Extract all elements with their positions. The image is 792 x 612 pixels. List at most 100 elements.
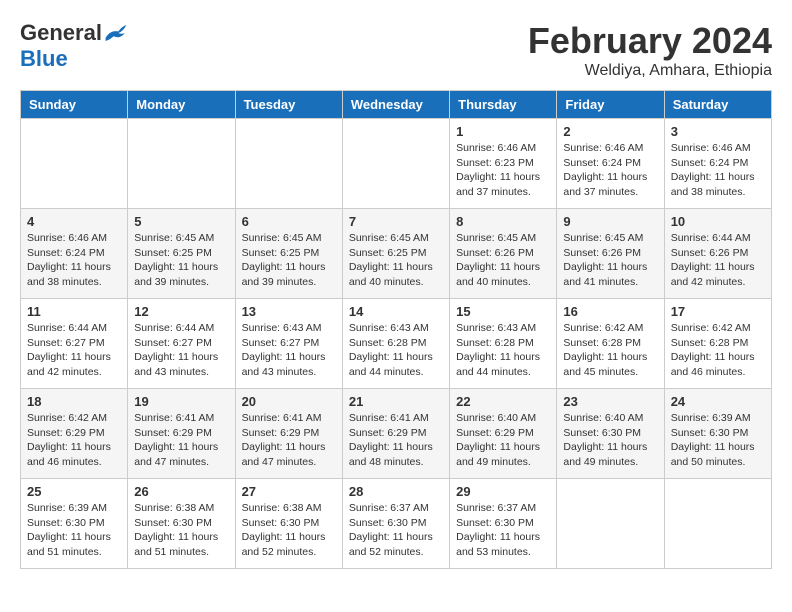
day-number: 21	[349, 394, 443, 409]
day-info: Sunrise: 6:40 AM Sunset: 6:30 PM Dayligh…	[563, 411, 657, 470]
day-number: 29	[456, 484, 550, 499]
calendar-cell: 25 Sunrise: 6:39 AM Sunset: 6:30 PM Dayli…	[21, 479, 128, 569]
calendar-cell: 10 Sunrise: 6:44 AM Sunset: 6:26 PM Dayli…	[664, 209, 771, 299]
calendar-cell: 27 Sunrise: 6:38 AM Sunset: 6:30 PM Dayli…	[235, 479, 342, 569]
calendar-cell: 24 Sunrise: 6:39 AM Sunset: 6:30 PM Dayli…	[664, 389, 771, 479]
calendar-cell: 18 Sunrise: 6:42 AM Sunset: 6:29 PM Dayli…	[21, 389, 128, 479]
day-number: 26	[134, 484, 228, 499]
day-info: Sunrise: 6:43 AM Sunset: 6:28 PM Dayligh…	[349, 321, 443, 380]
calendar-cell: 19 Sunrise: 6:41 AM Sunset: 6:29 PM Dayli…	[128, 389, 235, 479]
location-title: Weldiya, Amhara, Ethiopia	[528, 62, 772, 80]
day-info: Sunrise: 6:43 AM Sunset: 6:27 PM Dayligh…	[242, 321, 336, 380]
calendar-cell: 21 Sunrise: 6:41 AM Sunset: 6:29 PM Dayli…	[342, 389, 449, 479]
calendar-cell: 20 Sunrise: 6:41 AM Sunset: 6:29 PM Dayli…	[235, 389, 342, 479]
day-number: 15	[456, 304, 550, 319]
calendar-week-row: 11 Sunrise: 6:44 AM Sunset: 6:27 PM Dayli…	[21, 299, 772, 389]
day-number: 4	[27, 214, 121, 229]
day-number: 13	[242, 304, 336, 319]
day-number: 17	[671, 304, 765, 319]
day-number: 20	[242, 394, 336, 409]
day-info: Sunrise: 6:38 AM Sunset: 6:30 PM Dayligh…	[242, 501, 336, 560]
day-info: Sunrise: 6:46 AM Sunset: 6:24 PM Dayligh…	[27, 231, 121, 290]
calendar-cell: 2Sunrise: 6:46 AM Sunset: 6:24 PM Daylig…	[557, 119, 664, 209]
calendar-cell	[557, 479, 664, 569]
day-info: Sunrise: 6:42 AM Sunset: 6:29 PM Dayligh…	[27, 411, 121, 470]
month-title: February 2024	[528, 20, 772, 62]
calendar-cell: 29 Sunrise: 6:37 AM Sunset: 6:30 PM Dayli…	[450, 479, 557, 569]
day-number: 5	[134, 214, 228, 229]
day-info: Sunrise: 6:41 AM Sunset: 6:29 PM Dayligh…	[242, 411, 336, 470]
day-number: 11	[27, 304, 121, 319]
calendar-cell: 3 Sunrise: 6:46 AM Sunset: 6:24 PM Daylig…	[664, 119, 771, 209]
day-info: Sunrise: 6:45 AM Sunset: 6:26 PM Dayligh…	[563, 231, 657, 290]
day-number: 3	[671, 124, 765, 139]
calendar-header-row: SundayMondayTuesdayWednesdayThursdayFrid…	[21, 91, 772, 119]
day-number: 14	[349, 304, 443, 319]
day-info: Sunrise: 6:41 AM Sunset: 6:29 PM Dayligh…	[134, 411, 228, 470]
day-info: Sunrise: 6:38 AM Sunset: 6:30 PM Dayligh…	[134, 501, 228, 560]
day-number: 23	[563, 394, 657, 409]
day-number: 9	[563, 214, 657, 229]
day-info: Sunrise: 6:46 AM Sunset: 6:24 PM Dayligh…	[671, 141, 765, 200]
calendar-cell: 15 Sunrise: 6:43 AM Sunset: 6:28 PM Dayli…	[450, 299, 557, 389]
title-area: February 2024 Weldiya, Amhara, Ethiopia	[528, 20, 772, 80]
calendar-cell: 22 Sunrise: 6:40 AM Sunset: 6:29 PM Dayli…	[450, 389, 557, 479]
day-info: Sunrise: 6:37 AM Sunset: 6:30 PM Dayligh…	[456, 501, 550, 560]
calendar-cell: 1 Sunrise: 6:46 AM Sunset: 6:23 PM Daylig…	[450, 119, 557, 209]
column-header-saturday: Saturday	[664, 91, 771, 119]
day-number: 8	[456, 214, 550, 229]
calendar-cell: 6Sunrise: 6:45 AM Sunset: 6:25 PM Daylig…	[235, 209, 342, 299]
day-info: Sunrise: 6:39 AM Sunset: 6:30 PM Dayligh…	[671, 411, 765, 470]
logo-bird-icon	[104, 23, 128, 43]
column-header-sunday: Sunday	[21, 91, 128, 119]
day-number: 27	[242, 484, 336, 499]
day-number: 19	[134, 394, 228, 409]
calendar-cell: 8 Sunrise: 6:45 AM Sunset: 6:26 PM Daylig…	[450, 209, 557, 299]
calendar-week-row: 18 Sunrise: 6:42 AM Sunset: 6:29 PM Dayli…	[21, 389, 772, 479]
day-info: Sunrise: 6:40 AM Sunset: 6:29 PM Dayligh…	[456, 411, 550, 470]
day-info: Sunrise: 6:44 AM Sunset: 6:27 PM Dayligh…	[134, 321, 228, 380]
calendar-cell	[664, 479, 771, 569]
column-header-friday: Friday	[557, 91, 664, 119]
column-header-thursday: Thursday	[450, 91, 557, 119]
day-info: Sunrise: 6:42 AM Sunset: 6:28 PM Dayligh…	[563, 321, 657, 380]
day-number: 1	[456, 124, 550, 139]
calendar-cell: 28Sunrise: 6:37 AM Sunset: 6:30 PM Dayli…	[342, 479, 449, 569]
calendar-cell: 11 Sunrise: 6:44 AM Sunset: 6:27 PM Dayli…	[21, 299, 128, 389]
calendar-cell: 14 Sunrise: 6:43 AM Sunset: 6:28 PM Dayli…	[342, 299, 449, 389]
day-info: Sunrise: 6:41 AM Sunset: 6:29 PM Dayligh…	[349, 411, 443, 470]
day-number: 22	[456, 394, 550, 409]
calendar-cell: 12Sunrise: 6:44 AM Sunset: 6:27 PM Dayli…	[128, 299, 235, 389]
calendar-cell	[128, 119, 235, 209]
day-info: Sunrise: 6:45 AM Sunset: 6:25 PM Dayligh…	[242, 231, 336, 290]
logo-blue-text: Blue	[20, 46, 68, 72]
calendar-cell	[342, 119, 449, 209]
calendar-cell: 16 Sunrise: 6:42 AM Sunset: 6:28 PM Dayli…	[557, 299, 664, 389]
day-info: Sunrise: 6:39 AM Sunset: 6:30 PM Dayligh…	[27, 501, 121, 560]
day-number: 16	[563, 304, 657, 319]
day-number: 2	[563, 124, 657, 139]
calendar-cell	[235, 119, 342, 209]
calendar-week-row: 1 Sunrise: 6:46 AM Sunset: 6:23 PM Daylig…	[21, 119, 772, 209]
day-info: Sunrise: 6:45 AM Sunset: 6:25 PM Dayligh…	[349, 231, 443, 290]
calendar-table: SundayMondayTuesdayWednesdayThursdayFrid…	[20, 90, 772, 569]
day-number: 25	[27, 484, 121, 499]
calendar-cell: 4 Sunrise: 6:46 AM Sunset: 6:24 PM Daylig…	[21, 209, 128, 299]
day-info: Sunrise: 6:43 AM Sunset: 6:28 PM Dayligh…	[456, 321, 550, 380]
header: General Blue February 2024 Weldiya, Amha…	[20, 20, 772, 80]
calendar-cell: 13 Sunrise: 6:43 AM Sunset: 6:27 PM Dayli…	[235, 299, 342, 389]
calendar-week-row: 4 Sunrise: 6:46 AM Sunset: 6:24 PM Daylig…	[21, 209, 772, 299]
day-number: 18	[27, 394, 121, 409]
calendar-cell	[21, 119, 128, 209]
day-number: 7	[349, 214, 443, 229]
day-info: Sunrise: 6:42 AM Sunset: 6:28 PM Dayligh…	[671, 321, 765, 380]
day-number: 24	[671, 394, 765, 409]
calendar-cell: 7 Sunrise: 6:45 AM Sunset: 6:25 PM Daylig…	[342, 209, 449, 299]
day-info: Sunrise: 6:44 AM Sunset: 6:27 PM Dayligh…	[27, 321, 121, 380]
calendar-cell: 23 Sunrise: 6:40 AM Sunset: 6:30 PM Dayli…	[557, 389, 664, 479]
day-info: Sunrise: 6:45 AM Sunset: 6:26 PM Dayligh…	[456, 231, 550, 290]
column-header-wednesday: Wednesday	[342, 91, 449, 119]
day-number: 10	[671, 214, 765, 229]
day-info: Sunrise: 6:44 AM Sunset: 6:26 PM Dayligh…	[671, 231, 765, 290]
day-info: Sunrise: 6:46 AM Sunset: 6:23 PM Dayligh…	[456, 141, 550, 200]
